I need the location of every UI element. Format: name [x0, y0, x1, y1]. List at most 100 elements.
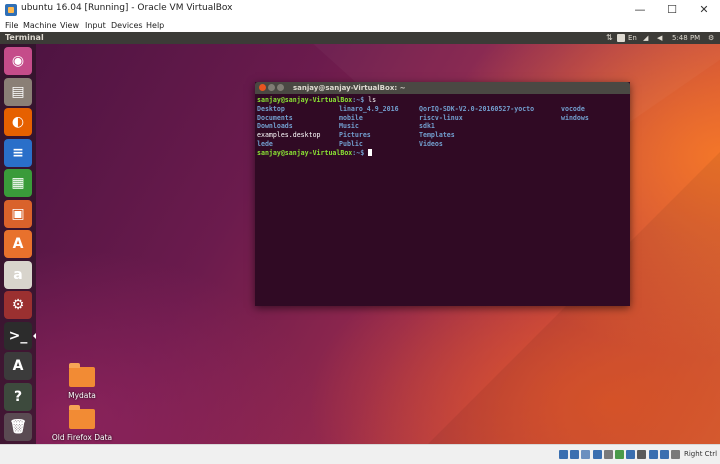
terminal-prompt-line: sanjay@sanjay-VirtualBox:~$ — [255, 148, 630, 158]
typed-command: ls — [368, 96, 377, 104]
unknown-app-icon[interactable]: ? — [4, 382, 32, 411]
maximize-button[interactable]: ☐ — [656, 0, 688, 20]
updater-icon[interactable]: A — [4, 352, 32, 380]
desktop-icon-label: Old Firefox Data — [51, 433, 113, 442]
prompt-path: :~$ — [352, 96, 369, 104]
vm-status-device-icon[interactable] — [626, 450, 636, 459]
terminal-minimize-button[interactable] — [268, 84, 275, 91]
directory-entry: vocode — [561, 104, 585, 113]
directory-entry: Templates — [419, 131, 455, 140]
directory-entry: Desktop — [257, 104, 285, 113]
directory-entry: Pictures — [339, 131, 371, 140]
terminal-prompt-line: sanjay@sanjay-VirtualBox:~$ ls — [255, 96, 630, 105]
software-center-icon-glyph: A — [12, 236, 24, 252]
power-gear-icon[interactable]: ⚙ — [708, 34, 714, 42]
menu-file[interactable]: File — [5, 20, 18, 32]
directory-entry: mobile — [339, 113, 363, 122]
file-entry: examples.desktop — [257, 131, 321, 140]
system-settings-icon[interactable]: ⚙ — [4, 291, 32, 319]
menu-devices[interactable]: Devices — [111, 20, 143, 32]
desktop-icon-old-firefox-data[interactable]: Old Firefox Data — [48, 405, 116, 442]
system-settings-icon-glyph: ⚙ — [11, 297, 25, 313]
directory-entry: lede — [257, 139, 273, 148]
menu-help[interactable]: Help — [146, 20, 164, 32]
directory-entry: Downloads — [257, 122, 293, 131]
writer-icon[interactable]: ≡ — [4, 138, 32, 167]
files-icon-glyph: ▤ — [11, 83, 25, 100]
language-indicator[interactable]: En — [628, 34, 637, 42]
ubuntu-top-panel: Terminal ⇅ En ◢ ◀ 5:48 PM ⚙ — [0, 32, 720, 44]
ls-output-row: examples.desktop Pictures Templates — [255, 131, 630, 140]
updater-icon-glyph: A — [12, 358, 24, 374]
prompt-user: sanjay@sanjay-VirtualBox — [257, 96, 353, 104]
terminal-titlebar[interactable]: sanjay@sanjay-VirtualBox: ~ — [255, 82, 630, 94]
active-app-indicator — [33, 332, 36, 339]
trash-icon[interactable]: 🗑 — [4, 413, 32, 441]
vm-status-device-icon[interactable] — [615, 450, 624, 459]
vm-status-device-icon[interactable] — [637, 450, 647, 459]
vm-status-device-icon[interactable] — [570, 450, 580, 459]
prompt-path: :~$ — [352, 148, 369, 157]
vm-status-device-icon[interactable] — [559, 450, 568, 459]
virtualbox-app-icon — [5, 4, 17, 16]
unity-launcher: ◉ ▤ ◐ ≡ ▦ ▣ Aa ⚙ >_ A? 🗑 — [0, 44, 36, 444]
vm-status-device-icon[interactable] — [659, 450, 669, 459]
desktop-icon-mydata[interactable]: Mydata — [62, 363, 102, 400]
software-center-icon[interactable]: A — [4, 230, 32, 258]
amazon-icon-glyph: a — [13, 266, 23, 283]
window-titlebar: ubuntu 16.04 [Running] - Oracle VM Virtu… — [0, 0, 720, 21]
sort-icon[interactable]: ⇅ — [606, 34, 613, 42]
menu-machine[interactable]: Machine — [23, 20, 57, 32]
window-title: ubuntu 16.04 [Running] - Oracle VM Virtu… — [21, 3, 233, 13]
directory-entry: Music — [339, 122, 359, 131]
ls-output-row: lede Public Videos — [255, 140, 630, 149]
terminal-maximize-button[interactable] — [277, 84, 284, 91]
clock[interactable]: 5:48 PM — [672, 34, 700, 42]
directory-entry: riscv-linux — [419, 113, 463, 122]
vm-status-device-icon[interactable] — [648, 450, 658, 459]
directory-entry: windows — [561, 113, 589, 122]
unknown-app-icon-glyph: ? — [13, 388, 23, 405]
menu-bar: File Machine View Input Devices Help — [0, 20, 720, 32]
network-icon[interactable]: ◢ — [643, 34, 648, 42]
terminal-output[interactable]: sanjay@sanjay-VirtualBox:~$ ls Desktop lin… — [255, 96, 630, 158]
trash-icon-glyph: 🗑 — [9, 419, 27, 435]
desktop-icon-label: Mydata — [68, 391, 96, 400]
terminal-cursor — [368, 148, 373, 156]
writer-icon-glyph: ≡ — [12, 144, 24, 161]
folder-icon — [69, 405, 95, 429]
impress-icon[interactable]: ▣ — [4, 199, 32, 228]
active-app-label: Terminal — [5, 33, 44, 42]
terminal-close-button[interactable] — [259, 84, 266, 91]
vm-status-device-icon[interactable] — [592, 450, 602, 459]
directory-entry: Public — [339, 139, 363, 148]
ubuntu-dash-icon-glyph: ◉ — [11, 53, 25, 69]
terminal-icon-glyph: >_ — [8, 327, 28, 344]
menu-view[interactable]: View — [60, 20, 79, 32]
menu-input[interactable]: Input — [85, 20, 106, 32]
ls-output-row: Downloads Music sdk1 — [255, 122, 630, 131]
terminal-title: sanjay@sanjay-VirtualBox: ~ — [293, 84, 406, 92]
calc-icon[interactable]: ▦ — [4, 169, 32, 197]
amazon-icon[interactable]: a — [4, 260, 32, 289]
files-icon[interactable]: ▤ — [4, 77, 32, 106]
keyboard-layout-icon[interactable] — [617, 34, 625, 42]
impress-icon-glyph: ▣ — [11, 205, 25, 222]
vm-status-device-icon[interactable] — [671, 450, 680, 459]
terminal-icon[interactable]: >_ — [4, 321, 32, 350]
close-button[interactable]: ✕ — [688, 0, 720, 20]
ls-output-row: Desktop linaro_4.9_2016 QorIQ-SDK-V2.0-201… — [255, 105, 630, 114]
terminal-window[interactable]: sanjay@sanjay-VirtualBox: ~ sanjay@sanja… — [255, 82, 630, 306]
firefox-icon[interactable]: ◐ — [4, 108, 32, 136]
directory-entry: QorIQ-SDK-V2.0-20160527-yocto — [419, 104, 535, 113]
ubuntu-dash-icon[interactable]: ◉ — [4, 47, 32, 75]
directory-entry: sdk1 — [419, 122, 435, 131]
vm-status-device-icon[interactable] — [603, 450, 613, 459]
directory-entry: linaro_4.9_2016 — [339, 104, 399, 113]
ls-output-row: Documents mobile riscv-linux windows — [255, 114, 630, 123]
calc-icon-glyph: ▦ — [11, 175, 25, 191]
prompt-user: sanjay@sanjay-VirtualBox — [257, 148, 353, 157]
minimize-button[interactable]: — — [624, 0, 656, 20]
volume-icon[interactable]: ◀ — [657, 34, 662, 42]
vm-status-device-icon[interactable] — [581, 450, 591, 459]
